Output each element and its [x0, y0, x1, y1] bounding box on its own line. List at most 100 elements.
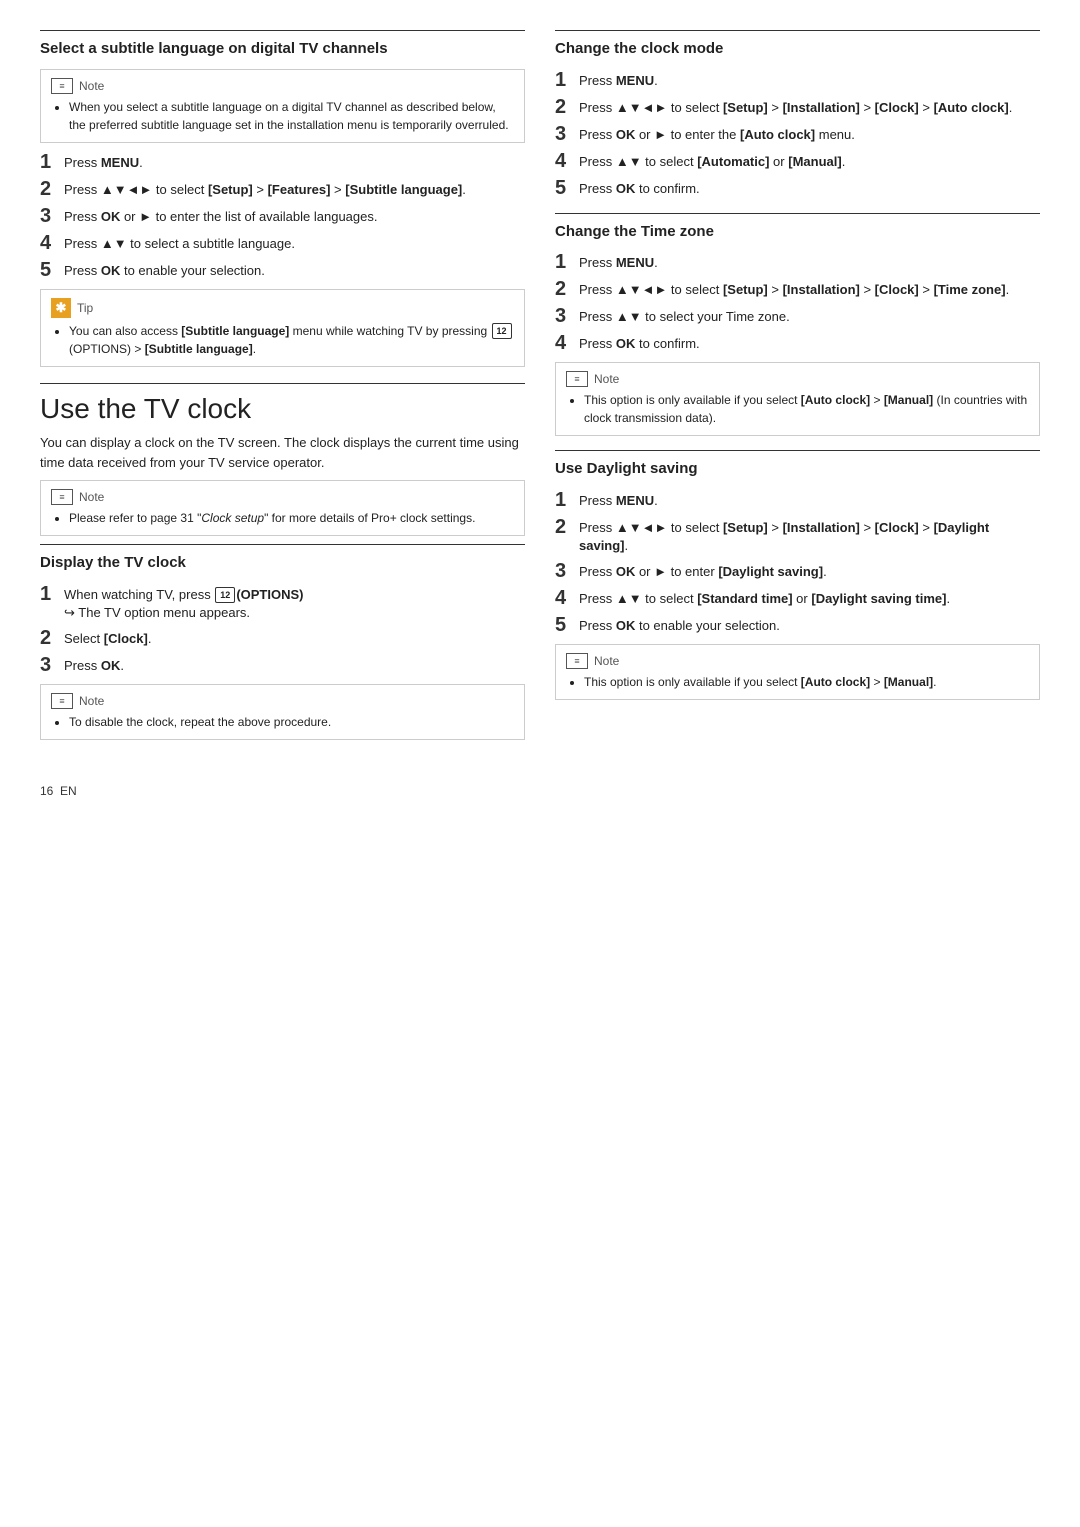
step-num: 1: [555, 489, 573, 511]
step-num: 4: [555, 587, 573, 609]
step-text: Press OK.: [64, 654, 124, 676]
step-2: 2 Press ▲▼◄► to select [Setup] > [Instal…: [555, 278, 1040, 300]
right-column: Change the clock mode 1 Press MENU. 2 Pr…: [555, 30, 1040, 754]
step-num: 2: [555, 96, 573, 118]
note-label: Note: [79, 694, 104, 708]
note-label: Note: [79, 79, 104, 93]
step-1: 1 Press MENU.: [40, 151, 525, 173]
section-divider: [40, 383, 525, 384]
step-text: Press MENU.: [579, 251, 658, 273]
step-4: 4 Press ▲▼ to select [Standard time] or …: [555, 587, 1040, 609]
step-num: 2: [40, 627, 58, 649]
step-num: 1: [555, 69, 573, 91]
step-3: 3 Press ▲▼ to select your Time zone.: [555, 305, 1040, 327]
step-text: Press ▲▼ to select your Time zone.: [579, 305, 790, 327]
note-label: Note: [594, 372, 619, 386]
step-text: Press ▲▼ to select [Automatic] or [Manua…: [579, 150, 845, 172]
step-1: 1 Press MENU.: [555, 251, 1040, 273]
step-text: Press ▲▼ to select a subtitle language.: [64, 232, 295, 254]
daylight-saving-note-box: ≡ Note This option is only available if …: [555, 644, 1040, 700]
step-text: Press OK or ► to enter the list of avail…: [64, 205, 377, 227]
time-zone-note-box: ≡ Note This option is only available if …: [555, 362, 1040, 436]
note-list: When you select a subtitle language on a…: [51, 98, 514, 134]
tip-header: ✱ Tip: [51, 298, 514, 318]
note-header: ≡ Note: [51, 78, 514, 94]
page-number: 16: [40, 784, 53, 798]
step-4: 4 Press ▲▼ to select a subtitle language…: [40, 232, 525, 254]
step-2: 2 Press ▲▼◄► to select [Setup] > [Instal…: [555, 96, 1040, 118]
step-text: Press MENU.: [579, 69, 658, 91]
time-zone-steps: 1 Press MENU. 2 Press ▲▼◄► to select [Se…: [555, 251, 1040, 354]
note-item: This option is only available if you sel…: [584, 673, 1029, 691]
note-label: Note: [594, 654, 619, 668]
note-item: Please refer to page 31 "Clock setup" fo…: [69, 509, 514, 527]
display-tv-clock-title: Display the TV clock: [40, 553, 525, 573]
step-1: 1 Press MENU.: [555, 69, 1040, 91]
section-divider: [40, 30, 525, 31]
change-clock-mode-section: Change the clock mode 1 Press MENU. 2 Pr…: [555, 30, 1040, 199]
step-5: 5 Press OK to enable your selection.: [555, 614, 1040, 636]
step-num: 3: [555, 560, 573, 582]
daylight-saving-steps: 1 Press MENU. 2 Press ▲▼◄► to select [Se…: [555, 489, 1040, 636]
step-num: 3: [555, 123, 573, 145]
subtitle-language-section: Select a subtitle language on digital TV…: [40, 30, 525, 367]
clock-mode-steps: 1 Press MENU. 2 Press ▲▼◄► to select [Se…: [555, 69, 1040, 199]
step-5: 5 Press OK to enable your selection.: [40, 259, 525, 281]
step-text: Press ▲▼◄► to select [Setup] > [Features…: [64, 178, 466, 200]
step-num: 4: [555, 150, 573, 172]
step-3: 3 Press OK or ► to enter [Daylight savin…: [555, 560, 1040, 582]
subtitle-steps: 1 Press MENU. 2 Press ▲▼◄► to select [Se…: [40, 151, 525, 281]
use-tv-clock-title: Use the TV clock: [40, 392, 525, 426]
change-time-zone-title: Change the Time zone: [555, 222, 1040, 242]
step-num: 1: [555, 251, 573, 273]
tip-label: Tip: [77, 301, 93, 315]
subtitle-tip-box: ✱ Tip You can also access [Subtitle lang…: [40, 289, 525, 367]
step-text: Press OK or ► to enter the [Auto clock] …: [579, 123, 855, 145]
step-num: 2: [40, 178, 58, 200]
step-num: 5: [555, 177, 573, 199]
page-lang: EN: [60, 784, 77, 798]
options-icon: 12: [492, 323, 512, 339]
step-text: When watching TV, press 12(OPTIONS)↪ The…: [64, 583, 303, 622]
note-item: This option is only available if you sel…: [584, 391, 1029, 427]
step-2: 2 Press ▲▼◄► to select [Setup] > [Featur…: [40, 178, 525, 200]
page-footer: 16 EN: [40, 784, 1040, 798]
display-clock-steps: 1 When watching TV, press 12(OPTIONS)↪ T…: [40, 583, 525, 676]
step-num: 3: [555, 305, 573, 327]
step-text: Select [Clock].: [64, 627, 151, 649]
note-item: To disable the clock, repeat the above p…: [69, 713, 514, 731]
display-tv-clock-section: Display the TV clock 1 When watching TV,…: [40, 544, 525, 740]
step-num: 4: [40, 232, 58, 254]
step-1: 1 Press MENU.: [555, 489, 1040, 511]
step-3: 3 Press OK or ► to enter the [Auto clock…: [555, 123, 1040, 145]
step-text: Press MENU.: [579, 489, 658, 511]
step-text: Press ▲▼ to select [Standard time] or [D…: [579, 587, 950, 609]
step-text: Press ▲▼◄► to select [Setup] > [Installa…: [579, 96, 1012, 118]
note-list: This option is only available if you sel…: [566, 673, 1029, 691]
note-header: ≡ Note: [566, 653, 1029, 669]
note-header: ≡ Note: [51, 693, 514, 709]
step-text: Press ▲▼◄► to select [Setup] > [Installa…: [579, 278, 1009, 300]
note-list: This option is only available if you sel…: [566, 391, 1029, 427]
note-item: When you select a subtitle language on a…: [69, 98, 514, 134]
step-2: 2 Select [Clock].: [40, 627, 525, 649]
section-divider: [555, 213, 1040, 214]
subtitle-language-title: Select a subtitle language on digital TV…: [40, 39, 525, 59]
section-divider: [555, 450, 1040, 451]
step-text: Press ▲▼◄► to select [Setup] > [Installa…: [579, 516, 1040, 555]
step-text: Press OK or ► to enter [Daylight saving]…: [579, 560, 827, 582]
change-time-zone-section: Change the Time zone 1 Press MENU. 2 Pre…: [555, 213, 1040, 437]
use-tv-clock-body: You can display a clock on the TV screen…: [40, 433, 525, 472]
options-icon: 12: [215, 587, 235, 603]
display-clock-note-box: ≡ Note To disable the clock, repeat the …: [40, 684, 525, 740]
note-list: To disable the clock, repeat the above p…: [51, 713, 514, 731]
step-num: 5: [555, 614, 573, 636]
left-column: Select a subtitle language on digital TV…: [40, 30, 525, 754]
note-icon: ≡: [51, 489, 73, 505]
step-1: 1 When watching TV, press 12(OPTIONS)↪ T…: [40, 583, 525, 622]
daylight-saving-section: Use Daylight saving 1 Press MENU. 2 Pres…: [555, 450, 1040, 700]
step-text: Press OK to confirm.: [579, 332, 700, 354]
tip-item: You can also access [Subtitle language] …: [69, 322, 514, 358]
note-icon: ≡: [51, 693, 73, 709]
step-num: 3: [40, 205, 58, 227]
